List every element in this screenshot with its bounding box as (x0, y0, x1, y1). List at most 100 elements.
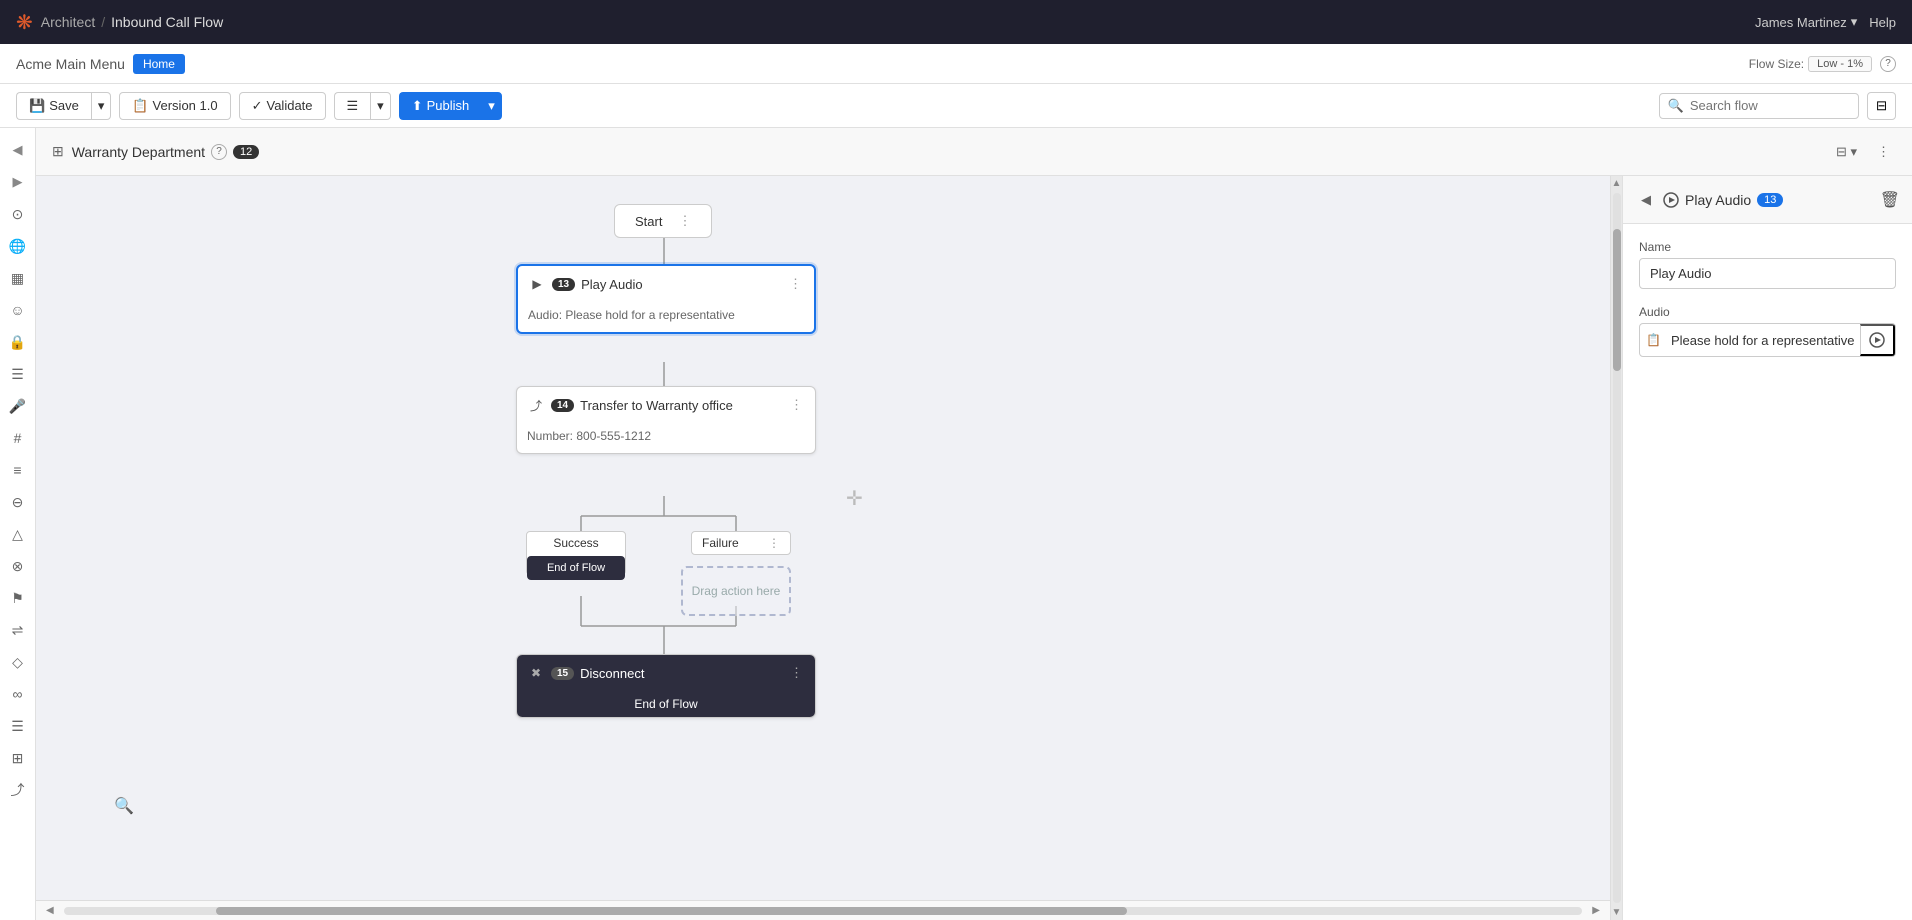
audio-input[interactable] (1667, 326, 1860, 355)
disconnect-icon: ✖ (527, 664, 545, 682)
audio-play-button[interactable] (1860, 324, 1895, 356)
flow-list-chevron-icon: ▾ (377, 98, 384, 114)
audio-field-icon: 📋 (1640, 327, 1667, 353)
flow-list-dropdown-button[interactable]: ▾ (370, 92, 391, 120)
sidebar-item-diamond[interactable]: ◇ (4, 648, 32, 676)
top-nav: ❋ Architect / Inbound Call Flow James Ma… (0, 0, 1912, 44)
view-toggle-button[interactable]: ⊟ ▾ (1830, 140, 1863, 164)
h-scroll-thumb[interactable] (216, 907, 1127, 915)
audio-field[interactable]: 📋 (1639, 323, 1896, 357)
v-scroll-thumb[interactable] (1613, 229, 1621, 371)
sub-nav-left: Acme Main Menu Home (16, 54, 185, 74)
flow-size-badge[interactable]: Low - 1% (1808, 56, 1872, 72)
node-14[interactable]: ⤴ 14 Transfer to Warranty office ⋮ Numbe… (516, 386, 816, 454)
sidebar-item-mic[interactable]: 🎤 (4, 392, 32, 420)
node-13[interactable]: ▶ 13 Play Audio ⋮ Audio: Please hold for… (516, 264, 816, 334)
v-scrollbar[interactable]: ▲ ▼ (1610, 176, 1622, 920)
node-15-menu-icon[interactable]: ⋮ (788, 663, 805, 683)
h-scroll-track[interactable] (64, 907, 1583, 915)
publish-dropdown-button[interactable]: ▾ (481, 92, 502, 120)
play-audio-icon: ▶ (528, 275, 546, 293)
validate-button[interactable]: ✓ Validate (239, 92, 326, 120)
toolbar-right: 🔍 ⊟ (1659, 92, 1896, 120)
version-button[interactable]: 📋 Version 1.0 (119, 92, 230, 120)
sidebar-item-lines[interactable]: ☰ (4, 712, 32, 740)
name-input[interactable] (1639, 258, 1896, 289)
save-dropdown-button[interactable]: ▾ (91, 92, 112, 120)
panel-header-left: ⊞ Warranty Department ? 12 (52, 143, 259, 160)
flow-size-help-icon[interactable]: ? (1880, 56, 1896, 72)
canvas-scrollbar-h[interactable]: ◀ ▶ (36, 900, 1610, 920)
right-panel-back-button[interactable]: ◀ (1635, 188, 1657, 212)
user-name: James Martinez (1755, 15, 1847, 30)
start-menu-icon[interactable]: ⋮ (678, 213, 691, 229)
sidebar-item-globe[interactable]: 🌐 (4, 232, 32, 260)
filter-button[interactable]: ⊟ (1867, 92, 1896, 120)
right-panel-delete-button[interactable]: 🗑 (1880, 190, 1900, 210)
node-14-menu-icon[interactable]: ⋮ (788, 395, 805, 415)
sidebar-item-menu2[interactable]: ≡ (4, 456, 32, 484)
sidebar-collapse-button[interactable]: ◀ (4, 136, 32, 164)
user-menu[interactable]: James Martinez ▾ (1755, 14, 1857, 30)
node-15-number: 15 (551, 667, 574, 680)
more-options-button[interactable]: ⋮ (1871, 140, 1896, 164)
sidebar-item-infinity[interactable]: ∞ (4, 680, 32, 708)
publish-group: ⬆ Publish ▾ (399, 92, 502, 120)
node-13-body: Audio: Please hold for a representative (518, 302, 814, 332)
breadcrumb-parent[interactable]: Architect (41, 14, 95, 30)
sidebar-item-alert[interactable]: △ (4, 520, 32, 548)
canvas[interactable]: Start ⋮ ▶ 13 Play Audio ⋮ Audio: Please … (36, 176, 1610, 920)
right-panel: ◀ Play Audio 13 🗑 Name (1622, 176, 1912, 920)
sidebar-item-external[interactable]: ⤴ (4, 776, 32, 804)
sidebar-item-list[interactable]: ☰ (4, 360, 32, 388)
save-button[interactable]: 💾 Save (16, 92, 91, 120)
scroll-right-button[interactable]: ▶ (1586, 905, 1606, 916)
sidebar-item-home[interactable]: ⊙ (4, 200, 32, 228)
audio-play-icon (1869, 332, 1885, 348)
help-link[interactable]: Help (1869, 15, 1896, 30)
sidebar-item-shuffle[interactable]: ⇌ (4, 616, 32, 644)
breadcrumb-current: Inbound Call Flow (111, 14, 223, 30)
publish-button[interactable]: ⬆ Publish (399, 92, 482, 120)
node-13-menu-icon[interactable]: ⋮ (787, 274, 804, 294)
search-box[interactable]: 🔍 (1659, 93, 1859, 119)
sidebar-item-people[interactable]: ☺ (4, 296, 32, 324)
audio-label: Audio (1639, 305, 1896, 319)
node-13-header: ▶ 13 Play Audio ⋮ (518, 266, 814, 302)
drag-action-here[interactable]: Drag action here (681, 566, 791, 616)
sidebar-item-hashtag[interactable]: # (4, 424, 32, 452)
filter-icon: ⊟ (1876, 98, 1887, 113)
sidebar-item-chat[interactable]: ⊖ (4, 488, 32, 516)
node-14-title: Transfer to Warranty office (580, 398, 782, 413)
canvas-move-icon[interactable]: ✛ (846, 486, 863, 511)
flow-list-button[interactable]: ☰ (334, 92, 371, 120)
zoom-control[interactable]: 🔍 (114, 796, 134, 816)
name-field-group: Name (1639, 240, 1896, 289)
failure-branch[interactable]: Failure ⋮ (691, 531, 791, 555)
flow-list-group: ☰ ▾ (334, 92, 391, 120)
right-panel-body: Name Audio 📋 (1623, 224, 1912, 920)
save-group: 💾 Save ▾ (16, 92, 111, 120)
validate-icon: ✓ (252, 98, 263, 114)
sidebar-item-inbox[interactable]: ▦ (4, 264, 32, 292)
failure-menu-icon[interactable]: ⋮ (768, 536, 780, 550)
node-15[interactable]: ✖ 15 Disconnect ⋮ End of Flow (516, 654, 816, 718)
search-input[interactable] (1690, 98, 1850, 113)
right-panel-header: ◀ Play Audio 13 🗑 (1623, 176, 1912, 224)
sidebar-item-globe2[interactable]: ⊗ (4, 552, 32, 580)
panel-header-right: ⊟ ▾ ⋮ (1830, 140, 1896, 164)
panel-title-help-icon[interactable]: ? (211, 144, 227, 160)
audio-field-group: Audio 📋 (1639, 305, 1896, 357)
v-scroll-track[interactable] (1613, 193, 1621, 903)
sidebar-item-flag[interactable]: ⚑ (4, 584, 32, 612)
scroll-left-button[interactable]: ◀ (40, 905, 60, 916)
start-label: Start (635, 214, 662, 229)
sidebar-item-lock[interactable]: 🔒 (4, 328, 32, 356)
canvas-wrapper: Start ⋮ ▶ 13 Play Audio ⋮ Audio: Please … (36, 176, 1912, 920)
sub-nav: Acme Main Menu Home Flow Size: Low - 1% … (0, 44, 1912, 84)
sidebar-expand-button[interactable]: ▶ (4, 168, 32, 196)
sidebar-item-tree[interactable]: ⊞ (4, 744, 32, 772)
failure-label: Failure (702, 536, 739, 550)
breadcrumb: Architect / Inbound Call Flow (41, 14, 223, 30)
tab-home[interactable]: Home (133, 54, 185, 74)
